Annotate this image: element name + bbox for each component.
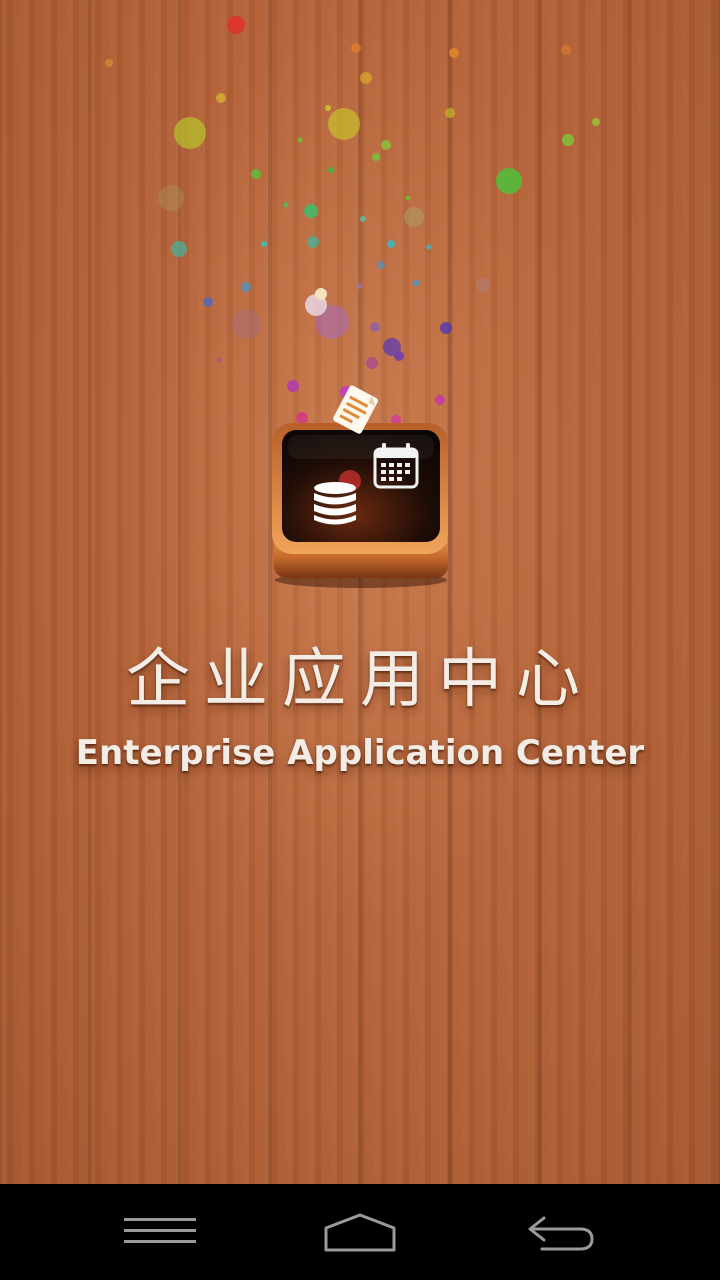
app-logo-icon	[272, 385, 448, 588]
home-outline-icon	[324, 1213, 396, 1252]
back-arrow-icon	[528, 1216, 594, 1251]
app-title-chinese: 企业应用中心	[126, 643, 594, 717]
back-button[interactable]	[512, 1204, 608, 1260]
menu-button[interactable]	[112, 1204, 208, 1260]
system-navigation-bar	[0, 1184, 720, 1280]
confetti-particles	[105, 16, 600, 446]
splash-screen: 企业应用中心 Enterprise Application Center	[0, 0, 720, 1280]
app-title-english: Enterprise Application Center	[75, 733, 645, 773]
menu-lines-icon	[124, 1218, 196, 1243]
home-button[interactable]	[312, 1204, 408, 1260]
